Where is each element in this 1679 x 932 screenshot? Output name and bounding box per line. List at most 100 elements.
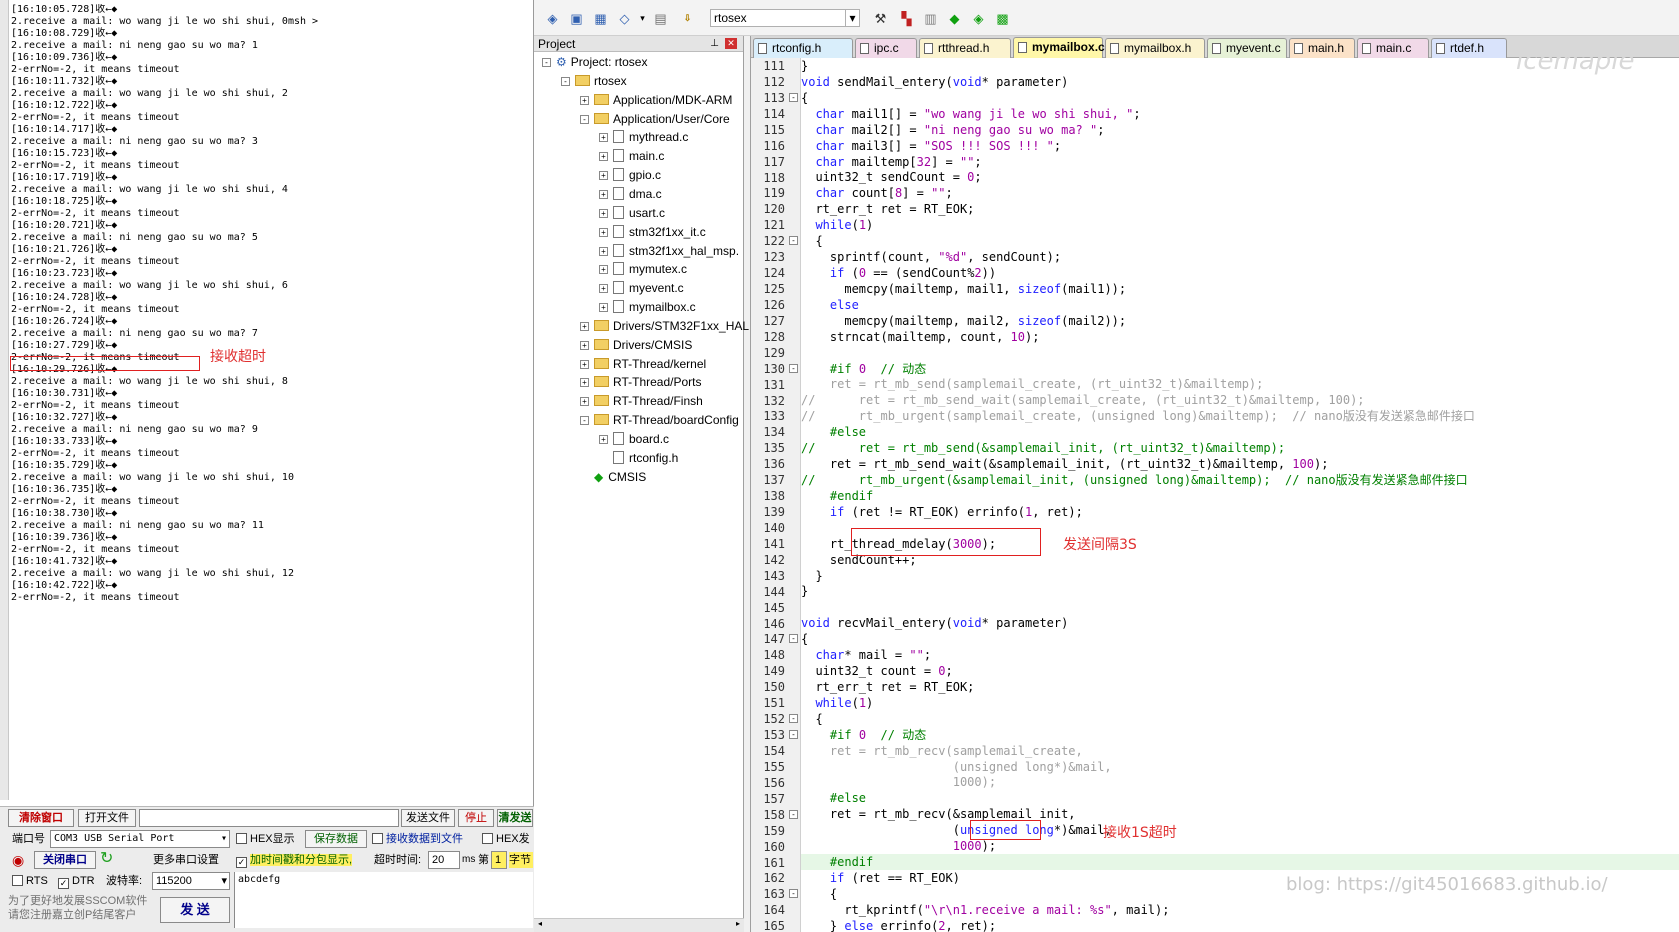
pin-icon[interactable]: ⊥ [710,36,719,52]
scroll-right-icon[interactable]: ▸ [736,919,740,928]
send-text-area[interactable]: abcdefg [234,872,533,928]
fold-toggle-icon[interactable]: - [789,236,798,246]
dtr-checkbox[interactable]: ✓ DTR [58,873,95,889]
scroll-left-icon[interactable]: ◂ [538,919,542,928]
file-extensions-icon[interactable]: ▥ [922,10,939,27]
expand-icon[interactable]: + [599,265,608,275]
tree-item[interactable]: + stm32f1xx_it.c [599,222,706,242]
tree-item[interactable]: + usart.c [599,203,665,223]
expand-icon[interactable]: + [599,435,608,444]
tree-item[interactable]: + Application/MDK-ARM [580,90,732,110]
tab-mymailbox-h[interactable]: mymailbox.h [1105,38,1205,58]
collapse-icon[interactable]: - [580,114,589,124]
stop-button[interactable]: 停止 [458,809,494,827]
pack-installer-icon[interactable]: ◈ [970,10,987,27]
build-icon[interactable]: ◈ [544,10,561,27]
fold-toggle-icon[interactable]: - [789,714,798,724]
tree-item[interactable]: + RT-Thread/Ports [580,372,701,392]
close-port-button[interactable]: 关闭串口 [34,851,96,869]
expand-icon[interactable]: + [599,133,608,143]
fold-toggle-icon[interactable]: - [789,92,798,102]
tab-main-h[interactable]: main.h [1289,38,1355,58]
tree-item[interactable]: + Drivers/STM32F1xx_HAL [580,316,749,336]
tree-item[interactable]: + RT-Thread/kernel [580,354,706,374]
fold-toggle-icon[interactable]: - [789,730,798,740]
tab-mymailbox-c[interactable]: mymailbox.c [1013,37,1105,58]
tree-item[interactable]: + gpio.c [599,165,661,185]
tree-item[interactable]: + dma.c [599,184,662,204]
file-path-input[interactable] [139,809,399,827]
timeout-input[interactable]: 20 [428,851,460,869]
expand-icon[interactable]: + [580,378,589,388]
tab-rtthread-h[interactable]: rtthread.h [919,38,1011,58]
tree-item[interactable]: + mymutex.c [599,259,687,279]
send-file-button[interactable]: 发送文件 [401,809,455,827]
expand-icon[interactable]: + [580,321,589,331]
expand-icon[interactable]: + [599,227,608,237]
close-icon[interactable]: ✕ [725,38,737,49]
project-hscrollbar[interactable]: ◂ ▸ [534,918,744,932]
fold-toggle-icon[interactable]: - [789,889,798,899]
target-options-icon[interactable]: ⚒ [872,10,889,27]
tree-item[interactable]: ◆ CMSIS [580,467,646,487]
save-data-button[interactable]: 保存数据 [305,830,367,848]
expand-icon[interactable]: + [599,189,608,199]
tree-item[interactable]: + board.c [599,429,669,449]
refresh-icon[interactable]: ↻ [100,851,113,867]
tree-item[interactable]: + RT-Thread/Finsh [580,391,703,411]
send-button[interactable]: 发 送 [160,897,230,923]
tree-item[interactable]: - rtosex [561,71,627,91]
expand-icon[interactable]: + [599,246,608,256]
expand-icon[interactable]: + [599,208,608,218]
tree-item[interactable]: + Drivers/CMSIS [580,335,692,355]
tree-item[interactable]: + stm32f1xx_hal_msp. [599,241,739,261]
expand-icon[interactable]: + [580,340,589,350]
runtime-env-icon[interactable]: ▩ [994,10,1011,27]
serial-log-scrollbar[interactable] [0,0,9,800]
fold-toggle-icon[interactable]: - [789,809,798,819]
expand-icon[interactable]: + [599,171,608,181]
tab-myevent-c[interactable]: myevent.c [1207,38,1287,58]
batch-build-icon[interactable]: ▦ [592,10,609,27]
tree-item[interactable]: + main.c [599,146,664,166]
expand-icon[interactable]: + [580,359,589,369]
hex-send-checkbox[interactable]: HEX发 [482,831,532,847]
expand-icon[interactable]: + [599,152,608,162]
tab-ipc-c[interactable]: ipc.c [855,38,917,58]
tree-item[interactable]: rtconfig.h [599,448,678,468]
tree-item[interactable]: - RT-Thread/boardConfig [580,410,739,430]
translate-icon[interactable]: ◇ [616,10,633,27]
tab-rtconfig-h[interactable]: rtconfig.h [753,38,853,58]
expand-icon[interactable]: + [580,397,589,407]
timestamp-checkbox[interactable]: ✓ 加时间戳和分包显示, [236,852,353,868]
expand-icon[interactable]: + [599,284,608,294]
more-port-settings-link[interactable]: 更多串口设置 [153,852,219,868]
fold-toggle-icon[interactable]: - [789,363,798,373]
hex-display-checkbox[interactable]: HEX显示 [236,831,295,847]
tree-item[interactable]: - Application/User/Core [580,109,730,129]
collapse-icon[interactable]: - [580,416,589,426]
stop-build-icon[interactable]: ▤ [652,10,669,27]
tab-main-c[interactable]: main.c [1357,38,1429,58]
target-select[interactable]: rtosex ▾ [710,9,860,27]
byte-index-input[interactable]: 1 [491,851,507,869]
expand-icon[interactable]: + [599,303,608,313]
tab-rtdef-h[interactable]: rtdef.h [1431,38,1507,58]
port-select[interactable]: COM3 USB Serial Port ▾ [50,830,230,848]
tree-item[interactable]: + myevent.c [599,278,684,298]
open-file-button[interactable]: 打开文件 [78,809,136,827]
tree-item[interactable]: + mymailbox.c [599,297,696,317]
green-diamond-icon[interactable]: ◆ [946,10,963,27]
manage-components-icon[interactable]: ▚ [898,10,915,27]
download-icon[interactable]: ⇩ [679,10,696,27]
rebuild-icon[interactable]: ▣ [568,10,585,27]
expand-icon[interactable]: + [580,95,589,105]
collapse-icon[interactable]: - [561,76,570,86]
baud-select[interactable]: 115200 ▾ [152,872,230,890]
chevron-down-icon[interactable]: ▾ [634,10,651,27]
tree-item[interactable]: + mythread.c [599,127,688,147]
collapse-icon[interactable]: - [542,58,551,67]
rts-checkbox[interactable]: RTS [12,873,48,889]
recv-to-file-checkbox[interactable]: 接收数据到文件 [372,831,463,847]
fold-toggle-icon[interactable]: - [789,634,798,644]
